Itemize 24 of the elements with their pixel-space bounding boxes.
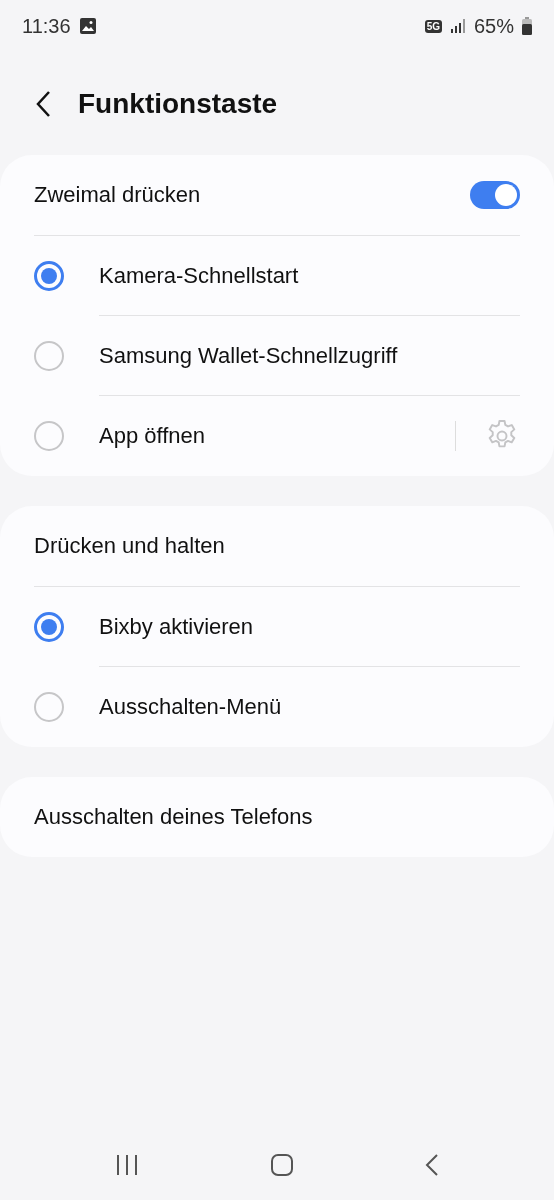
option-label[interactable]: Ausschalten-Menü xyxy=(99,694,520,720)
battery-percent: 65% xyxy=(473,14,514,38)
home-icon[interactable] xyxy=(270,1153,294,1177)
option-label[interactable]: Kamera-Schnellstart xyxy=(99,263,520,289)
radio-button[interactable] xyxy=(34,612,64,642)
radio-button[interactable] xyxy=(34,261,64,291)
menu-item[interactable]: Ausschalten deines Telefons xyxy=(34,804,313,830)
battery-icon xyxy=(522,17,532,35)
signal-icon xyxy=(449,18,466,34)
section-title: Zweimal drücken xyxy=(34,182,201,208)
option-label[interactable]: Bixby aktivieren xyxy=(99,614,520,640)
radio-button[interactable] xyxy=(34,421,64,451)
section-title: Drücken und halten xyxy=(34,533,225,559)
radio-button[interactable] xyxy=(34,692,64,722)
radio-button[interactable] xyxy=(34,341,64,371)
image-icon xyxy=(78,17,97,35)
option-label[interactable]: Samsung Wallet-Schnellzugriff xyxy=(99,343,520,369)
back-icon[interactable] xyxy=(424,1153,439,1177)
page-title: Funktionstaste xyxy=(78,87,278,120)
recent-apps-icon[interactable] xyxy=(115,1154,140,1176)
toggle-switch[interactable] xyxy=(470,181,520,209)
network-indicator: 5G xyxy=(424,19,442,33)
clock: 11:36 xyxy=(22,14,71,38)
option-label[interactable]: App öffnen xyxy=(99,423,455,449)
